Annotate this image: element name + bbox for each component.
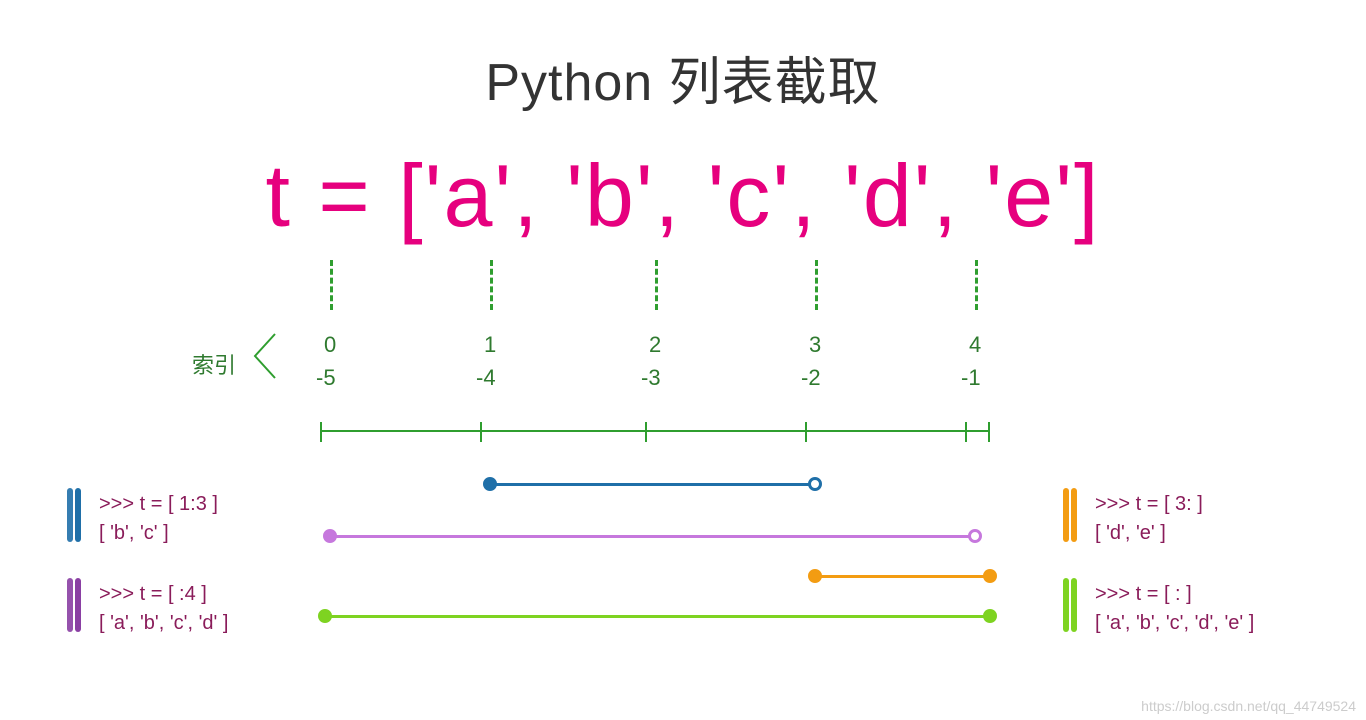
code-bar-violet — [75, 578, 81, 632]
watermark: https://blog.csdn.net/qq_44749524 — [1141, 698, 1356, 714]
code-bar-orange — [1063, 488, 1069, 542]
index-negative: -4 — [476, 365, 496, 391]
slice-code-lime: >>> t = [ : ][ 'a', 'b', 'c', 'd', 'e' ] — [1095, 580, 1254, 638]
index-positive: 2 — [649, 332, 661, 358]
index-positive: 1 — [484, 332, 496, 358]
code-bar-lime — [1071, 578, 1077, 632]
index-positive: 4 — [969, 332, 981, 358]
slice-lime — [325, 615, 990, 618]
index-negative: -2 — [801, 365, 821, 391]
index-connector — [330, 260, 333, 310]
index-negative: -5 — [316, 365, 336, 391]
slice-code-blue: >>> t = [ 1:3 ][ 'b', 'c' ] — [99, 490, 218, 548]
code-bar-lime — [1063, 578, 1069, 632]
index-connector — [655, 260, 658, 310]
slice-code-violet: >>> t = [ :4 ][ 'a', 'b', 'c', 'd' ] — [99, 580, 228, 638]
code-bar-orange — [1071, 488, 1077, 542]
index-connector — [975, 260, 978, 310]
code-bar-blue — [67, 488, 73, 542]
slice-blue — [490, 483, 815, 486]
slice-code-orange: >>> t = [ 3: ][ 'd', 'e' ] — [1095, 490, 1203, 548]
code-bar-blue — [75, 488, 81, 542]
page-title: Python 列表截取 — [0, 40, 1366, 115]
slice-violet — [330, 535, 975, 538]
slice-orange — [815, 575, 990, 578]
index-connector — [815, 260, 818, 310]
index-connector — [490, 260, 493, 310]
index-negative: -1 — [961, 365, 981, 391]
index-arrow-icon — [250, 332, 280, 380]
index-negative: -3 — [641, 365, 661, 391]
index-positive: 3 — [809, 332, 821, 358]
index-positive: 0 — [324, 332, 336, 358]
index-label: 索引 — [192, 348, 236, 380]
axis-line — [320, 430, 990, 432]
code-bar-violet — [67, 578, 73, 632]
list-definition: t = ['a', 'b', 'c', 'd', 'e'] — [0, 145, 1366, 247]
